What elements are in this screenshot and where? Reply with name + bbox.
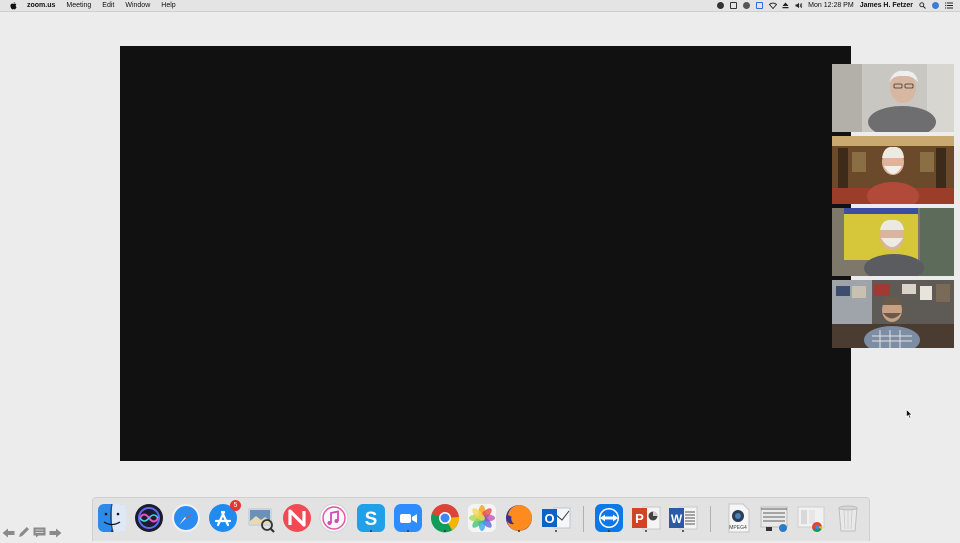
volume-icon[interactable] bbox=[795, 2, 803, 9]
trash-icon[interactable] bbox=[833, 503, 863, 533]
teamviewer-status-icon[interactable] bbox=[756, 2, 764, 9]
svg-text:O: O bbox=[544, 511, 554, 526]
dock: 5 S O P W MPEG4 bbox=[92, 497, 870, 541]
menubar-clock[interactable]: Mon 12:28 PM bbox=[808, 2, 854, 9]
siri-menubar-icon[interactable] bbox=[932, 2, 939, 9]
word-icon[interactable]: W bbox=[668, 503, 698, 533]
outlook-icon[interactable]: O bbox=[541, 503, 571, 533]
participant-video-3[interactable] bbox=[832, 208, 954, 276]
menu-help[interactable]: Help bbox=[161, 2, 175, 9]
siri-icon[interactable] bbox=[134, 503, 164, 533]
wifi-icon[interactable] bbox=[769, 2, 778, 10]
shared-screen-view[interactable] bbox=[120, 46, 851, 461]
menu-bar: zoom.us Meeting Edit Window Help Mon 12:… bbox=[0, 0, 960, 12]
powerpoint-icon[interactable]: P bbox=[631, 503, 661, 533]
chat-bubble-icon[interactable] bbox=[33, 525, 46, 543]
running-indicator bbox=[370, 530, 372, 532]
menu-edit[interactable]: Edit bbox=[102, 2, 114, 9]
firefox-icon[interactable] bbox=[504, 503, 534, 533]
zoom-icon[interactable] bbox=[393, 503, 423, 533]
participant-video-1[interactable] bbox=[832, 64, 954, 132]
finder-icon[interactable] bbox=[97, 503, 127, 533]
preview-icon[interactable] bbox=[245, 503, 275, 533]
running-indicator bbox=[555, 530, 557, 532]
participant-video-2[interactable] bbox=[832, 136, 954, 204]
pencil-icon[interactable] bbox=[18, 525, 30, 543]
svg-text:W: W bbox=[671, 512, 683, 526]
safari-icon[interactable] bbox=[171, 503, 201, 533]
running-indicator bbox=[608, 530, 610, 532]
running-indicator bbox=[518, 530, 520, 532]
news-icon[interactable] bbox=[282, 503, 312, 533]
dock-separator bbox=[710, 506, 711, 532]
eject-icon[interactable] bbox=[782, 2, 789, 9]
zoom-status-icon[interactable] bbox=[717, 2, 725, 9]
itunes-icon[interactable] bbox=[319, 503, 349, 533]
mpeg4-file-icon[interactable]: MPEG4 bbox=[723, 503, 753, 533]
downloads-stack-icon[interactable] bbox=[796, 503, 826, 533]
menubar-user[interactable]: James H. Fetzer bbox=[860, 2, 913, 9]
annotation-controls bbox=[2, 525, 62, 543]
running-indicator bbox=[111, 530, 113, 532]
arrow-right-icon[interactable] bbox=[49, 525, 62, 543]
chrome-icon[interactable] bbox=[430, 503, 460, 533]
running-indicator bbox=[444, 530, 446, 532]
mpeg4-label: MPEG4 bbox=[729, 525, 747, 531]
mouse-cursor-icon bbox=[906, 406, 913, 424]
photos-icon[interactable] bbox=[467, 503, 497, 533]
notification-center-icon[interactable] bbox=[945, 2, 953, 9]
sync-icon[interactable] bbox=[743, 2, 751, 9]
running-indicator bbox=[407, 530, 409, 532]
messages-status-icon[interactable] bbox=[730, 2, 738, 9]
spotlight-search-icon[interactable] bbox=[919, 2, 926, 9]
app-store-badge: 5 bbox=[230, 500, 241, 511]
skype-icon[interactable]: S bbox=[356, 503, 386, 533]
arrow-left-icon[interactable] bbox=[2, 525, 15, 543]
documents-stack-icon[interactable] bbox=[759, 503, 789, 533]
svg-text:P: P bbox=[635, 511, 644, 526]
menu-meeting[interactable]: Meeting bbox=[66, 2, 91, 9]
running-indicator bbox=[682, 530, 684, 532]
running-indicator bbox=[645, 530, 647, 532]
dock-separator bbox=[583, 506, 584, 532]
menu-app-name[interactable]: zoom.us bbox=[27, 2, 55, 9]
app-store-icon[interactable]: 5 bbox=[208, 500, 241, 533]
menu-window[interactable]: Window bbox=[125, 2, 150, 9]
participant-video-4[interactable] bbox=[832, 280, 954, 348]
apple-menu-icon[interactable] bbox=[9, 1, 17, 10]
teamviewer-icon[interactable] bbox=[594, 503, 624, 533]
svg-text:S: S bbox=[365, 509, 378, 530]
